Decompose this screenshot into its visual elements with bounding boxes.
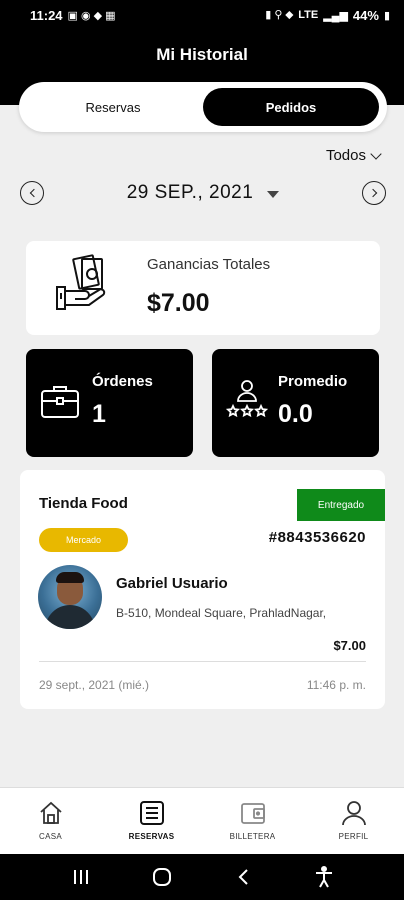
profile-icon [341,801,366,826]
rating-person-icon [226,380,268,418]
status-left: 11:24 ▣ ◉ ◆ ▦ [30,8,116,23]
previous-date-button[interactable] [20,181,44,205]
avatar-body [45,605,95,629]
status-bar: 11:24 ▣ ◉ ◆ ▦ ▮ ⚲ ⬥ LTE ▂▄▆ 44% ▮ [0,0,404,30]
battery-icon: ▮ [383,9,390,22]
orders-value: 1 [92,400,106,428]
home-button[interactable] [142,862,182,892]
customer-name: Gabriel Usuario [116,575,228,592]
bottom-nav: CASA RESERVAS BILLETERA PERFIL [0,787,404,854]
earnings-label: Ganancias Totales [147,256,271,273]
accessibility-icon [315,866,332,888]
earnings-card: Ganancias Totales $7.00 [26,241,380,335]
recent-apps-icon [73,870,88,884]
tab-pedidos[interactable]: Pedidos [203,88,379,126]
accessibility-button[interactable] [304,862,344,892]
page-title: Mi Historial [156,45,248,64]
divider [39,661,366,662]
date-label[interactable]: 29 SEP., 2021 [127,182,254,204]
signal-text: LTE [298,9,319,21]
nav-item-casa[interactable]: CASA [0,788,101,854]
signal-icon: ▂▄▆ [323,9,348,22]
filter-label: Todos [325,147,366,164]
rating-value: 0.0 [278,400,313,428]
chevron-left-icon [29,188,38,198]
avatar-hair [56,572,84,583]
status-badge: Entregado [297,489,385,521]
order-id: #8843536620 [268,529,366,546]
order-time: 11:46 p. m. [306,678,366,692]
tab-reservas[interactable]: Reservas [27,88,199,126]
tab-switcher: Reservas Pedidos [19,82,387,132]
nav-item-reservas[interactable]: RESERVAS [101,788,202,854]
home-circle-icon [152,868,171,886]
order-date: 29 sept., 2021 (mié.) [39,678,150,692]
nav-label-billetera: BILLETERA [229,832,276,841]
order-amount: $7.00 [333,638,366,653]
notification-icons: ▣ ◉ ◆ ▦ [67,9,116,22]
nav-label-reservas: RESERVAS [128,832,175,841]
money-hand-icon [56,254,106,310]
recent-apps-button[interactable] [61,862,101,892]
date-selector: 29 SEP., 2021 [20,178,386,208]
next-date-button[interactable] [362,181,386,205]
status-right: ▮ ⚲ ⬥ LTE ▂▄▆ 44% ▮ [265,8,390,23]
customer-address: B-510, Mondeal Square, PrahladNagar, [116,606,327,620]
system-nav-bar [0,854,404,900]
caret-down-icon[interactable] [267,190,280,198]
chevron-right-icon [368,188,377,198]
nav-item-perfil[interactable]: PERFIL [303,788,404,854]
status-time: 11:24 [30,7,63,23]
chevron-down-icon [370,147,382,160]
date-dropdown: 29 SEP., 2021 [20,178,386,208]
wallet-icon [240,803,265,824]
category-badge: Mercado [39,528,128,552]
back-arrow-icon [238,869,248,885]
back-button[interactable] [223,862,263,892]
briefcase-icon [41,386,79,418]
filter-dropdown[interactable]: Todos [325,147,382,164]
rating-stat-card: Promedio 0.0 [212,349,379,457]
store-name: Tienda Food [39,495,128,512]
nav-label-casa: CASA [39,832,62,841]
order-card[interactable]: Tienda Food Entregado Mercado #884353662… [20,470,385,709]
battery-level: 44% [352,7,379,23]
orders-label: Órdenes [92,373,153,390]
rating-label: Promedio [278,373,348,390]
orders-stat-card: Órdenes 1 [26,349,193,457]
home-icon [39,801,62,824]
system-icons: ▮ ⚲ ⬥ [265,9,294,21]
nav-item-billetera[interactable]: BILLETERA [202,788,303,854]
nav-label-perfil: PERFIL [338,832,369,841]
avatar [38,565,102,629]
list-icon [139,801,164,825]
earnings-value: $7.00 [147,289,210,317]
